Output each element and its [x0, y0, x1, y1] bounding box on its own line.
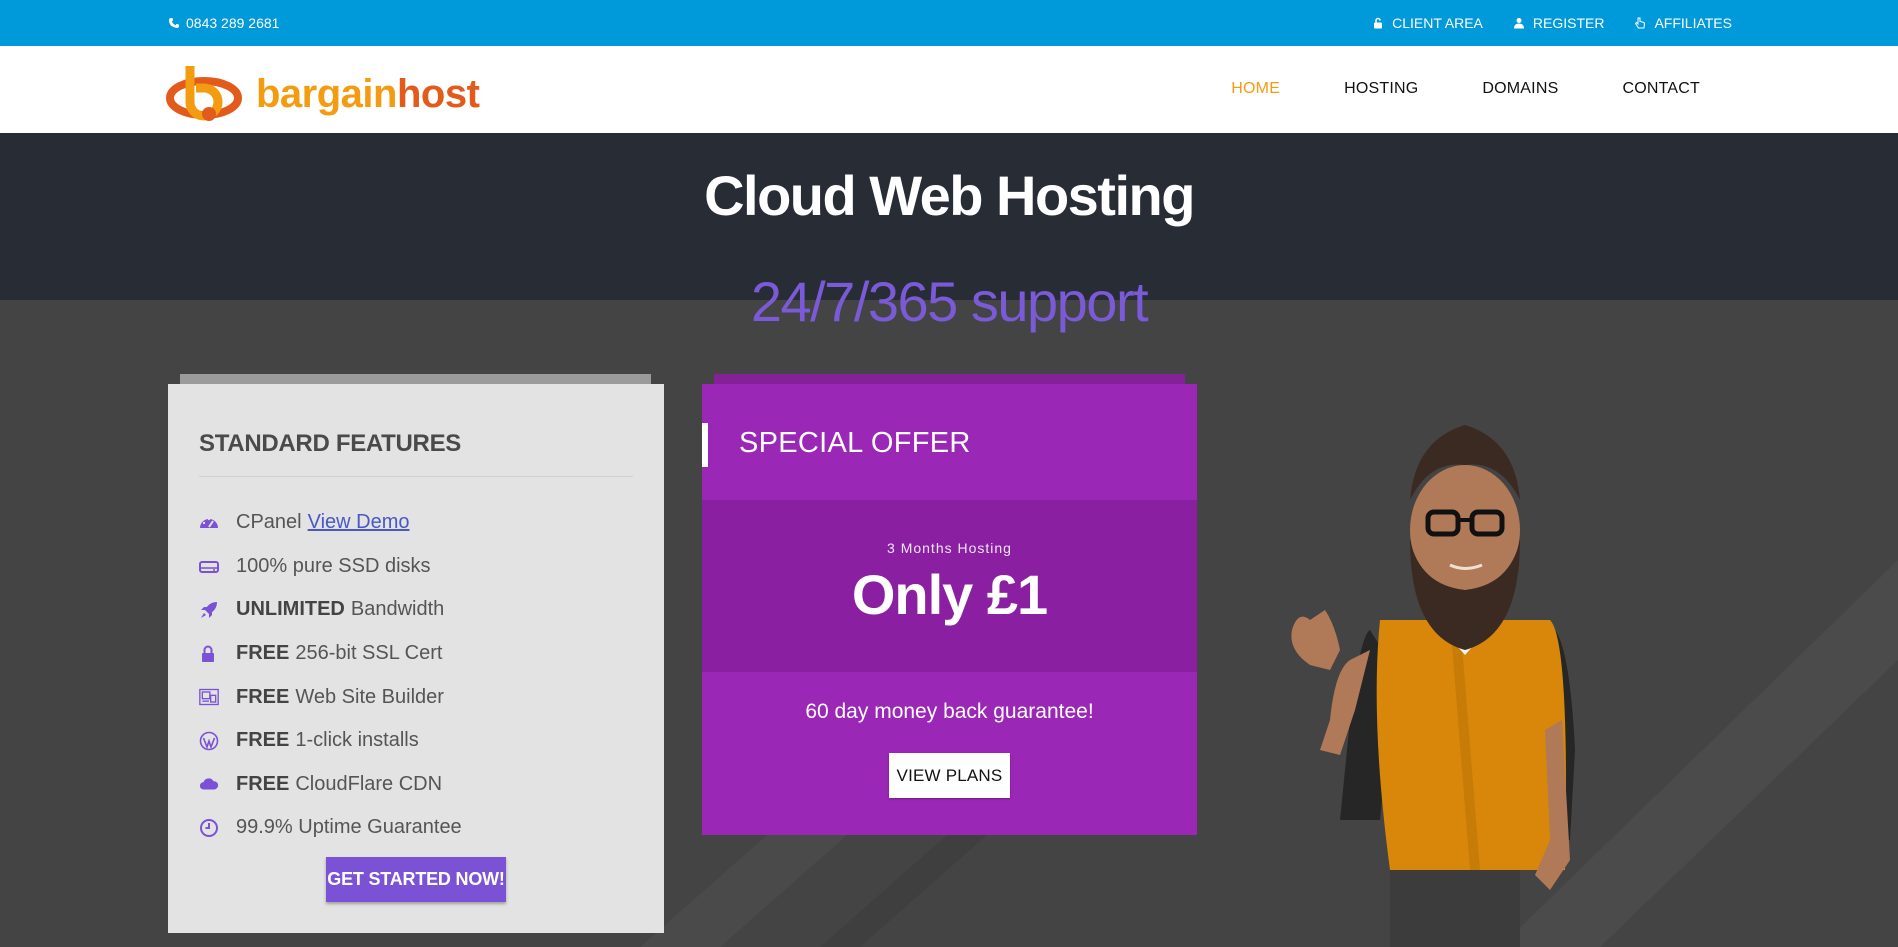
nav-contact[interactable]: CONTACT [1622, 80, 1700, 98]
dashboard-icon [199, 513, 219, 533]
feature-item: 100% pure SSD disks [199, 545, 633, 589]
register-label: REGISTER [1532, 15, 1605, 31]
register-link[interactable]: REGISTER [1513, 15, 1605, 31]
cloud-icon [199, 774, 219, 794]
offer-guarantee: 60 day money back guarantee! [805, 700, 1094, 723]
top-bar: 0843 289 2681 CLIENT AREA REGISTER AFFIL… [0, 0, 1898, 46]
feature-text: Bandwidth [350, 598, 445, 621]
site-builder-icon [199, 687, 219, 707]
nav-menu: HOME HOSTING DOMAINS CONTACT [1231, 80, 1700, 98]
nav-home[interactable]: HOME [1231, 80, 1280, 98]
phone-icon [169, 18, 179, 28]
get-started-button[interactable]: GET STARTED NOW! [326, 857, 506, 902]
feature-text: 1-click installs [295, 729, 419, 752]
bearded-man-illustration [1291, 425, 1575, 947]
feature-text: Web Site Builder [295, 685, 444, 708]
offer-price-panel: 3 Months Hosting Only £1 [702, 500, 1197, 672]
offer-header-accent [702, 423, 708, 467]
phone-number[interactable]: 0843 289 2681 [168, 15, 279, 31]
logo-mark-icon [166, 66, 242, 121]
feature-item: CPanel View Demo [199, 501, 633, 545]
feature-text: 100% pure SSD disks [236, 554, 431, 577]
special-offer-card: SPECIAL OFFER 3 Months Hosting Only £1 6… [702, 384, 1197, 835]
feature-item: FREE CloudFlare CDN [199, 763, 633, 807]
feature-text: CloudFlare CDN [295, 772, 443, 795]
feature-text: 256-bit SSL Cert [295, 642, 443, 665]
standard-features-card: STANDARD FEATURES CPanel View Demo 100% … [168, 384, 664, 933]
hero-subtitle: 24/7/365 support [750, 270, 1149, 333]
view-demo-link[interactable]: View Demo [308, 511, 410, 534]
hand-pointer-icon [1635, 17, 1646, 29]
rocket-icon [199, 600, 219, 620]
feature-item: FREE Web Site Builder [199, 675, 633, 719]
lock-open-icon [1374, 17, 1383, 29]
offer-price: Only £1 [851, 563, 1048, 626]
logo-text-bargain: bargain [256, 71, 397, 116]
client-area-label: CLIENT AREA [1392, 15, 1483, 31]
main-navbar: bargain host HOME HOSTING DOMAINS CONTACT [0, 46, 1898, 133]
feature-item: 99.9% Uptime Guarantee [199, 806, 633, 850]
client-area-link[interactable]: CLIENT AREA [1372, 15, 1483, 31]
logo-text-host: host [396, 71, 480, 116]
user-icon [1513, 18, 1524, 29]
top-links: CLIENT AREA REGISTER AFFILIATES [1372, 15, 1732, 31]
feature-bold: FREE [236, 772, 290, 795]
wordpress-icon [199, 731, 219, 751]
feature-item: UNLIMITED Bandwidth [199, 588, 633, 632]
clock-icon [199, 818, 219, 838]
bargainhost-logo[interactable]: bargain host [166, 62, 496, 126]
hero-title: Cloud Web Hosting [704, 164, 1195, 227]
view-plans-button[interactable]: VIEW PLANS [889, 753, 1010, 798]
offer-heading: SPECIAL OFFER [739, 427, 971, 459]
affiliates-label: AFFILIATES [1654, 15, 1732, 31]
nav-hosting[interactable]: HOSTING [1344, 80, 1418, 98]
feature-item: FREE 1-click installs [199, 719, 633, 763]
lock-icon [199, 644, 219, 664]
feature-text: CPanel [236, 511, 302, 534]
features-list: CPanel View Demo 100% pure SSD disks UNL… [199, 501, 633, 850]
feature-bold: FREE [236, 729, 290, 752]
feature-bold: FREE [236, 685, 290, 708]
feature-item: FREE 256-bit SSL Cert [199, 632, 633, 676]
offer-term: 3 Months Hosting [887, 540, 1012, 556]
feature-bold: FREE [236, 642, 290, 665]
nav-domains[interactable]: DOMAINS [1482, 80, 1558, 98]
offer-header: SPECIAL OFFER [702, 384, 1197, 500]
features-heading: STANDARD FEATURES [199, 430, 633, 477]
affiliates-link[interactable]: AFFILIATES [1634, 15, 1732, 31]
feature-text: 99.9% Uptime Guarantee [236, 816, 462, 839]
hard-drive-icon [199, 556, 219, 576]
feature-bold: UNLIMITED [236, 598, 345, 621]
phone-number-text: 0843 289 2681 [186, 15, 280, 31]
